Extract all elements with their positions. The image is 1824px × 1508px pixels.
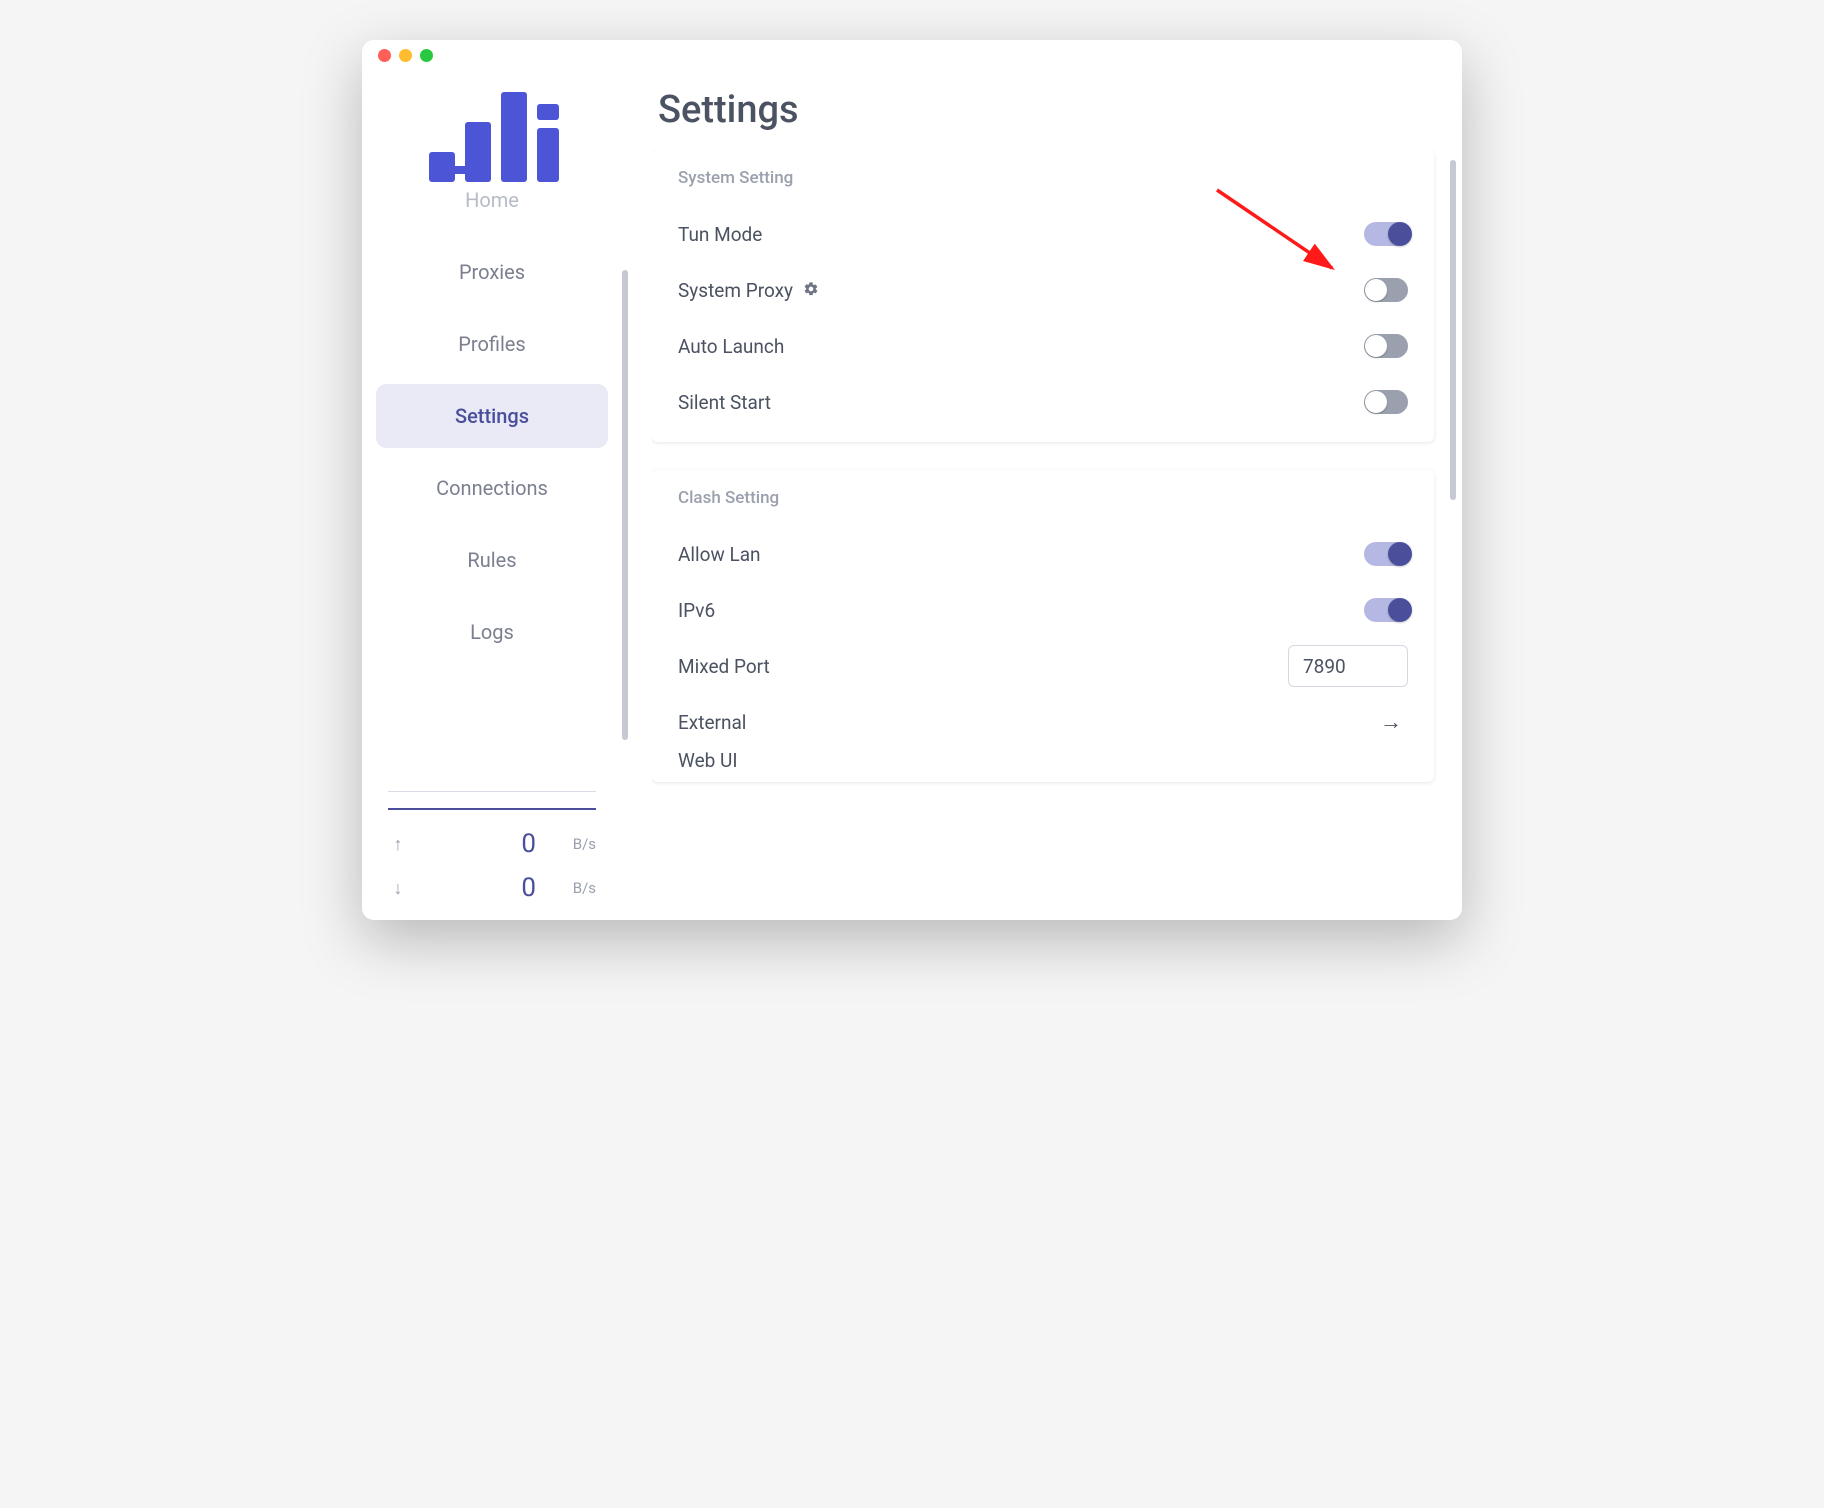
row-silent-start: Silent Start	[678, 374, 1408, 430]
mixed-port-input[interactable]	[1288, 645, 1408, 687]
traffic-down-value: 0	[424, 873, 540, 903]
toggle-ipv6[interactable]	[1364, 598, 1408, 622]
minimize-window-button[interactable]	[399, 49, 412, 62]
sidebar-footer: ↑ 0 B/s ↓ 0 B/s	[376, 787, 608, 920]
toggle-silent-start[interactable]	[1364, 390, 1408, 414]
arrow-down-icon: ↓	[388, 878, 408, 899]
sidebar-item-settings[interactable]: Settings	[376, 384, 608, 448]
row-label: Auto Launch	[678, 335, 784, 358]
main-scrollbar-thumb[interactable]	[1450, 160, 1456, 500]
row-external: External →	[678, 694, 1408, 750]
row-web-ui: Web UI	[678, 750, 1408, 770]
maximize-window-button[interactable]	[420, 49, 433, 62]
card-title: System Setting	[678, 168, 1408, 188]
arrow-right-icon[interactable]: →	[1374, 705, 1408, 739]
sidebar-item-label: Home	[465, 188, 519, 212]
row-label: Tun Mode	[678, 223, 762, 246]
close-window-button[interactable]	[378, 49, 391, 62]
gear-icon[interactable]	[803, 279, 819, 302]
app-window: Home Proxies Profiles Settings Connectio…	[362, 40, 1462, 920]
divider	[388, 791, 596, 792]
sidebar-item-profiles[interactable]: Profiles	[376, 312, 608, 376]
row-label: Allow Lan	[678, 543, 761, 566]
row-mixed-port: Mixed Port	[678, 638, 1408, 694]
sidebar-item-label: Rules	[467, 548, 516, 572]
traffic-down-row: ↓ 0 B/s	[388, 866, 596, 910]
sidebar-item-logs[interactable]: Logs	[376, 600, 608, 664]
row-tun-mode: Tun Mode	[678, 206, 1408, 262]
row-ipv6: IPv6	[678, 582, 1408, 638]
system-setting-card: System Setting Tun Mode System Proxy	[652, 150, 1434, 442]
sidebar-item-label: Logs	[470, 620, 514, 644]
traffic-up-unit: B/s	[556, 835, 596, 853]
divider-accent	[388, 808, 596, 810]
row-label: System Proxy	[678, 279, 819, 302]
row-label-text: System Proxy	[678, 279, 793, 302]
sidebar-item-rules[interactable]: Rules	[376, 528, 608, 592]
page-title: Settings	[658, 88, 1438, 132]
sidebar-item-home[interactable]: Home	[376, 182, 608, 232]
toggle-auto-launch[interactable]	[1364, 334, 1408, 358]
sidebar-item-proxies[interactable]: Proxies	[376, 240, 608, 304]
settings-cards: System Setting Tun Mode System Proxy	[652, 150, 1438, 920]
row-label: Web UI	[678, 750, 738, 770]
toggle-allow-lan[interactable]	[1364, 542, 1408, 566]
sidebar-item-label: Proxies	[459, 260, 525, 284]
window-titlebar	[362, 40, 1462, 70]
card-title: Clash Setting	[678, 488, 1408, 508]
sidebar-item-connections[interactable]: Connections	[376, 456, 608, 520]
arrow-up-icon: ↑	[388, 834, 408, 855]
sidebar-item-label: Settings	[455, 404, 529, 428]
row-system-proxy: System Proxy	[678, 262, 1408, 318]
row-label: Mixed Port	[678, 655, 770, 678]
toggle-system-proxy[interactable]	[1364, 278, 1408, 302]
row-label: IPv6	[678, 599, 715, 622]
sidebar-nav: Home Proxies Profiles Settings Connectio…	[376, 182, 608, 787]
traffic-up-row: ↑ 0 B/s	[388, 822, 596, 866]
traffic-down-unit: B/s	[556, 879, 596, 897]
sidebar-item-label: Connections	[436, 476, 548, 500]
app-body: Home Proxies Profiles Settings Connectio…	[362, 70, 1462, 920]
row-label: Silent Start	[678, 391, 771, 414]
row-auto-launch: Auto Launch	[678, 318, 1408, 374]
toggle-tun-mode[interactable]	[1364, 222, 1408, 246]
clash-setting-card: Clash Setting Allow Lan IPv6 Mixed Port	[652, 470, 1434, 782]
row-label: External	[678, 711, 746, 734]
sidebar-item-label: Profiles	[458, 332, 525, 356]
sidebar: Home Proxies Profiles Settings Connectio…	[362, 70, 622, 920]
traffic-up-value: 0	[424, 829, 540, 859]
main-content: Settings System Setting Tun Mode System …	[628, 70, 1462, 920]
row-allow-lan: Allow Lan	[678, 526, 1408, 582]
